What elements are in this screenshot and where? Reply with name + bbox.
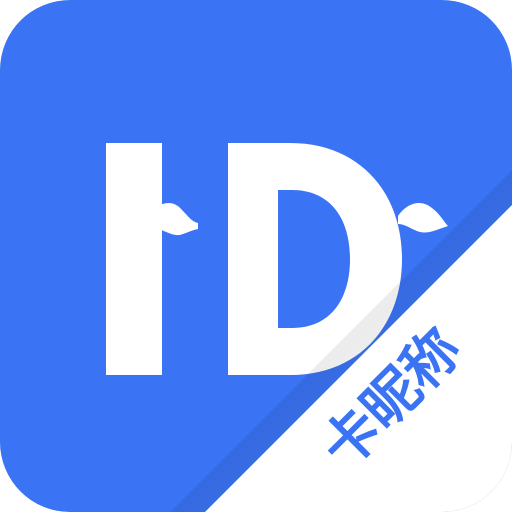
app-icon-graphic: 卡昵称	[0, 0, 512, 512]
app-icon: 卡昵称	[0, 0, 512, 512]
